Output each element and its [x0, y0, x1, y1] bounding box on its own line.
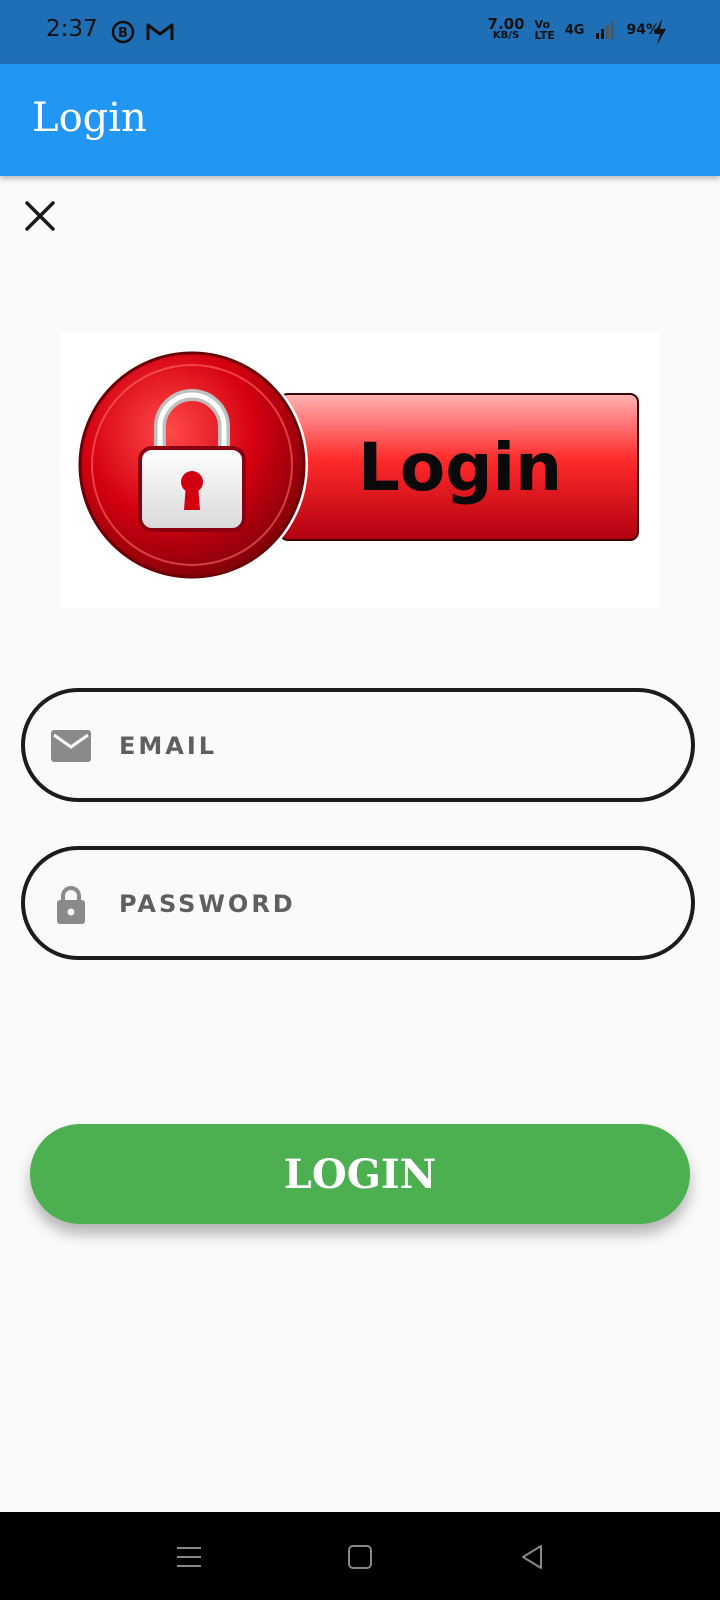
network-speed-unit: KB/S — [492, 30, 520, 41]
recents-icon[interactable] — [172, 1540, 206, 1574]
login-banner-image: Login — [60, 332, 660, 608]
password-field[interactable] — [21, 846, 695, 960]
lock-icon — [57, 886, 85, 924]
signal-icon — [596, 21, 615, 39]
charging-bolt-icon — [654, 19, 666, 45]
email-field[interactable] — [21, 688, 695, 802]
volte-bottom: LTE — [534, 29, 555, 42]
network-speed: 7.00 KB/S — [487, 15, 525, 42]
status-indicators: 7.00 KB/S Vo LTE 4G 94% — [487, 15, 660, 42]
system-navigation-bar — [0, 1512, 720, 1600]
close-icon[interactable] — [20, 196, 60, 236]
login-button[interactable]: LOGIN — [30, 1124, 690, 1224]
network-type: 4G — [564, 22, 585, 38]
network-speed-value: 7.00 — [487, 15, 525, 33]
app-bar: Login — [0, 64, 720, 176]
email-input[interactable] — [117, 692, 661, 800]
banner-login-text: Login — [358, 429, 562, 506]
svg-text:B: B — [118, 26, 128, 41]
home-icon[interactable] — [343, 1540, 377, 1574]
gmail-icon — [146, 23, 174, 40]
password-input[interactable] — [117, 850, 661, 958]
email-icon — [51, 730, 91, 762]
status-time: 2:37 — [46, 16, 98, 42]
b-notification-icon: B — [111, 20, 135, 44]
page-title: Login — [32, 95, 147, 141]
login-banner-graphic: Login — [76, 349, 639, 581]
back-icon[interactable] — [515, 1540, 549, 1574]
status-bar: 2:37 B 7.00 KB/S Vo LTE 4G 94% — [0, 0, 720, 64]
volte-indicator: Vo LTE — [535, 19, 555, 41]
